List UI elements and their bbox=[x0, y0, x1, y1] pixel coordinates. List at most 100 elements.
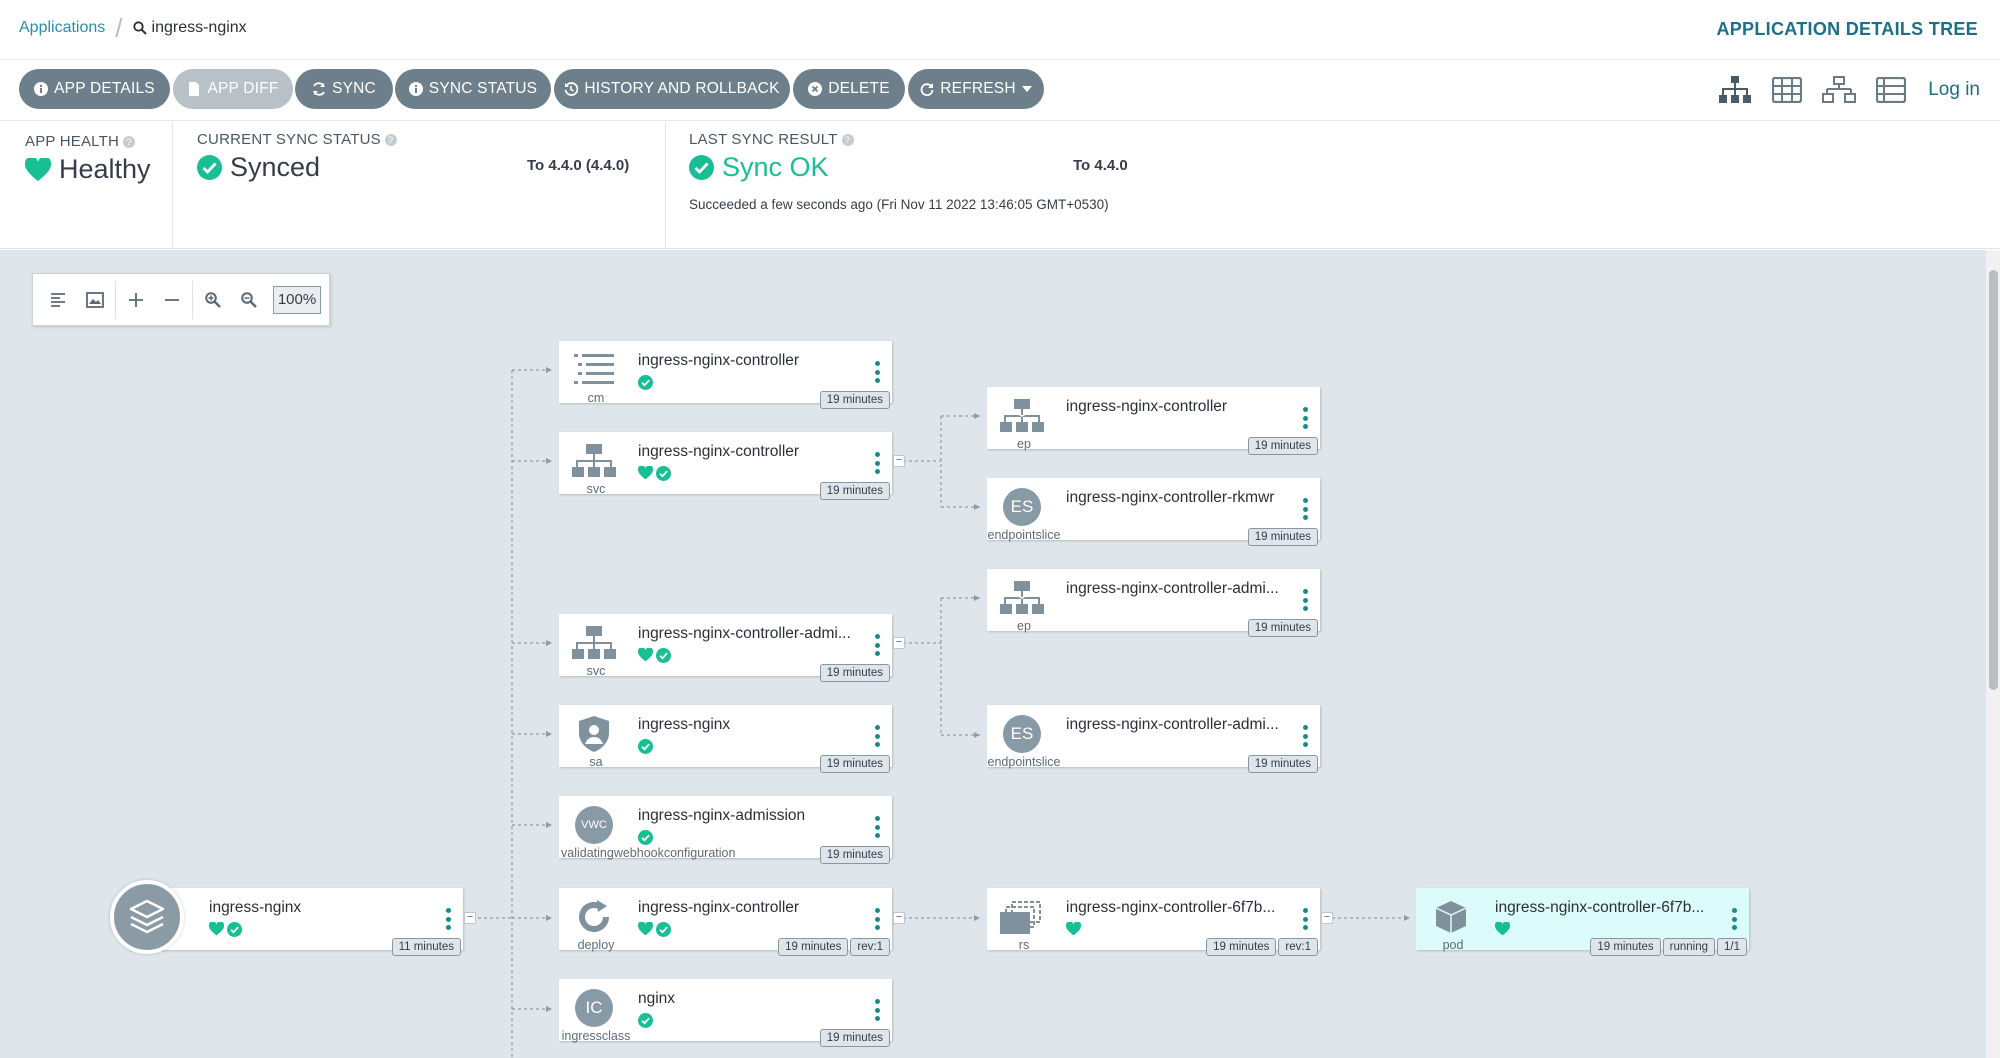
node-menu-icon[interactable] bbox=[1302, 407, 1308, 429]
zoom-separator bbox=[192, 280, 193, 319]
breadcrumb-applications-link[interactable]: Applications bbox=[19, 19, 105, 37]
zoom-out-icon[interactable] bbox=[231, 282, 267, 318]
delete-button[interactable]: DELETE bbox=[793, 69, 905, 109]
node-name: ingress-nginx-controller-6f7b... bbox=[1066, 899, 1276, 916]
resource-node-pod[interactable]: pod ingress-nginx-controller-6f7b... 19 … bbox=[1416, 888, 1749, 956]
node-menu-icon[interactable] bbox=[445, 908, 451, 930]
node-kind: ep bbox=[1017, 437, 1031, 451]
replicaset-icon bbox=[999, 898, 1045, 936]
action-toolbar: APP DETAILS APP DIFF SYNC SYNC STATUS HI… bbox=[0, 61, 2000, 121]
application-icon bbox=[110, 880, 184, 954]
resource-node-validatingwebhookconfiguration[interactable]: VWC validatingwebhookconfiguration ingre… bbox=[559, 796, 892, 864]
node-menu-icon[interactable] bbox=[1302, 498, 1308, 520]
resource-node-rs[interactable]: rs ingress-nginx-controller-6f7b... 19 m… bbox=[987, 888, 1320, 956]
align-left-icon[interactable] bbox=[41, 282, 77, 318]
history-rollback-button[interactable]: HISTORY AND ROLLBACK bbox=[554, 69, 790, 109]
tree-view-icon[interactable] bbox=[1716, 71, 1754, 109]
canvas-scrollbar[interactable] bbox=[1989, 270, 1998, 690]
healthy-heart-icon bbox=[1495, 922, 1510, 936]
node-menu-icon[interactable] bbox=[874, 999, 880, 1021]
status-panel: APP HEALTH? Healthy CURRENT SYNC STATUS?… bbox=[0, 122, 2000, 249]
plus-icon[interactable] bbox=[118, 282, 154, 318]
node-name: ingress-nginx-controller-6f7b... bbox=[1495, 899, 1705, 916]
minus-icon[interactable] bbox=[154, 282, 190, 318]
delete-label: DELETE bbox=[828, 80, 890, 97]
app-diff-label: APP DIFF bbox=[207, 80, 279, 97]
node-menu-icon[interactable] bbox=[1302, 589, 1308, 611]
node-menu-icon[interactable] bbox=[874, 908, 880, 930]
node-age: 19 minutes bbox=[1590, 938, 1661, 956]
node-menu-icon[interactable] bbox=[1731, 908, 1737, 930]
help-icon[interactable]: ? bbox=[384, 133, 397, 146]
healthy-heart-icon bbox=[638, 466, 653, 480]
list-view-icon[interactable] bbox=[1872, 71, 1910, 109]
synced-check-icon bbox=[638, 739, 653, 754]
node-name: ingress-nginx bbox=[209, 899, 302, 916]
resource-node-cm[interactable]: cm ingress-nginx-controller 19 minutes bbox=[559, 341, 892, 409]
healthy-heart-icon bbox=[638, 648, 653, 662]
node-age: 19 minutes bbox=[1247, 437, 1318, 455]
sync-icon bbox=[313, 82, 325, 96]
node-age: 11 minutes bbox=[391, 938, 461, 956]
node-menu-icon[interactable] bbox=[1302, 725, 1308, 747]
collapse-toggle[interactable]: − bbox=[893, 637, 905, 649]
app-details-button[interactable]: APP DETAILS bbox=[19, 69, 170, 109]
resource-tree-canvas[interactable]: 100% cm ingress-nginx-controller 19 minu… bbox=[0, 250, 2000, 1058]
last-sync-value: Sync OK bbox=[722, 152, 829, 182]
node-kind: validatingwebhookconfiguration bbox=[561, 846, 736, 860]
node-menu-icon[interactable] bbox=[874, 361, 880, 383]
synced-check-icon bbox=[638, 1013, 653, 1028]
zoom-level[interactable]: 100% bbox=[273, 285, 321, 314]
resource-node-ep-admission[interactable]: ep ingress-nginx-controller-admi... 19 m… bbox=[987, 569, 1320, 637]
sync-status-title: CURRENT SYNC STATUS bbox=[197, 131, 381, 148]
login-link[interactable]: Log in bbox=[1928, 79, 1980, 101]
collapse-toggle[interactable]: − bbox=[893, 455, 905, 467]
app-health-value: Healthy bbox=[59, 154, 151, 184]
refresh-button[interactable]: REFRESH bbox=[908, 69, 1044, 109]
node-menu-icon[interactable] bbox=[1302, 908, 1308, 930]
pods-view-icon[interactable] bbox=[1768, 71, 1806, 109]
resource-node-deploy[interactable]: deploy ingress-nginx-controller 19 minut… bbox=[559, 888, 892, 956]
help-icon[interactable]: ? bbox=[841, 133, 854, 146]
fit-image-icon[interactable] bbox=[77, 282, 113, 318]
sync-status-value: Synced bbox=[230, 152, 321, 182]
sync-button[interactable]: SYNC bbox=[295, 69, 393, 109]
node-kind: endpointslice bbox=[987, 528, 1061, 542]
node-name: ingress-nginx-controller bbox=[638, 352, 800, 369]
resource-node-svc-admission[interactable]: svc ingress-nginx-controller-admi... 19 … bbox=[559, 614, 892, 682]
node-age: 19 minutes bbox=[819, 755, 890, 773]
synced-check-icon bbox=[656, 648, 671, 663]
collapse-toggle[interactable]: − bbox=[464, 912, 476, 924]
status-divider bbox=[665, 122, 666, 249]
node-menu-icon[interactable] bbox=[874, 452, 880, 474]
endpoints-icon bbox=[999, 397, 1045, 435]
resource-node-sa[interactable]: sa ingress-nginx 19 minutes bbox=[559, 705, 892, 773]
node-menu-icon[interactable] bbox=[874, 725, 880, 747]
resource-node-svc[interactable]: svc ingress-nginx-controller 19 minutes bbox=[559, 432, 892, 500]
sync-status-button[interactable]: SYNC STATUS bbox=[395, 69, 551, 109]
network-view-icon[interactable] bbox=[1820, 71, 1858, 109]
last-sync-title: LAST SYNC RESULT bbox=[689, 131, 838, 148]
node-kind: svc bbox=[586, 482, 606, 496]
node-age: 19 minutes bbox=[1206, 938, 1277, 956]
zoom-in-icon[interactable] bbox=[195, 282, 231, 318]
app-health-section: APP HEALTH? Healthy bbox=[25, 133, 151, 260]
node-name: nginx bbox=[638, 990, 676, 1007]
node-kind: ingressclass bbox=[561, 1029, 631, 1043]
healthy-heart-icon bbox=[638, 922, 653, 936]
node-kind: svc bbox=[586, 664, 606, 678]
node-menu-icon[interactable] bbox=[874, 816, 880, 838]
help-icon[interactable]: ? bbox=[122, 135, 135, 148]
resource-node-ingressclass[interactable]: IC ingressclass nginx 19 minutes bbox=[559, 979, 892, 1047]
collapse-toggle[interactable]: − bbox=[1321, 912, 1333, 924]
node-menu-icon[interactable] bbox=[874, 634, 880, 656]
caret-down-icon bbox=[1021, 86, 1032, 92]
node-kind: cm bbox=[587, 391, 605, 405]
resource-node-endpointslice-admission[interactable]: ES endpointslice ingress-nginx-controlle… bbox=[987, 705, 1320, 773]
synced-check-icon bbox=[638, 830, 653, 845]
app-diff-button[interactable]: APP DIFF bbox=[173, 69, 293, 109]
node-kind: pod bbox=[1442, 938, 1464, 952]
collapse-toggle[interactable]: − bbox=[893, 912, 905, 924]
resource-node-endpointslice[interactable]: ES endpointslice ingress-nginx-controlle… bbox=[987, 478, 1320, 546]
resource-node-ep[interactable]: ep ingress-nginx-controller 19 minutes bbox=[987, 387, 1320, 455]
